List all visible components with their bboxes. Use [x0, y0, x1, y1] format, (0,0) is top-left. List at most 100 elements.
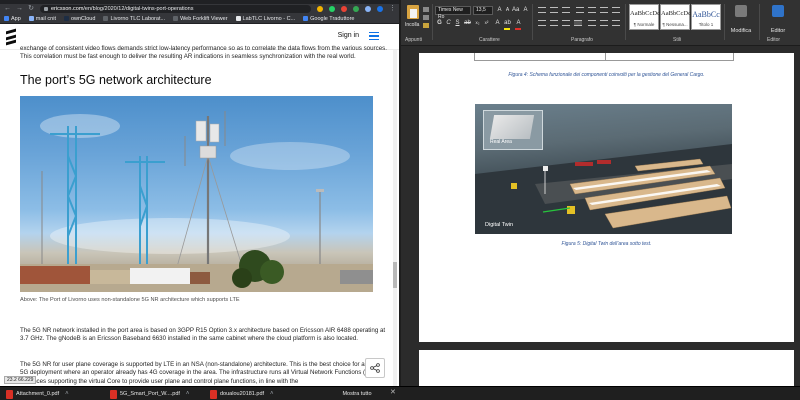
- digital-twin-figure[interactable]: Real Area Digital Twin: [475, 104, 732, 234]
- paste-button-label[interactable]: Incolla: [405, 22, 419, 28]
- download-item[interactable]: Attachment_0.pdf ˄: [6, 389, 69, 399]
- share-button[interactable]: [365, 358, 385, 378]
- style-sample: AaBbCcDc: [661, 10, 691, 17]
- editor-button[interactable]: Editor: [763, 3, 793, 37]
- reload-icon[interactable]: ↻: [28, 4, 34, 14]
- editor-label: Editor: [770, 28, 786, 34]
- pdf-icon: [210, 389, 217, 399]
- style-normal[interactable]: AaBbCcDc ¶ Normale: [629, 4, 660, 30]
- sign-in-link[interactable]: Sign in: [338, 32, 359, 39]
- download-item[interactable]: doualou20181.pdf ˄: [210, 389, 274, 399]
- style-name: ¶ Nessuna...: [662, 22, 688, 27]
- bullets-icon[interactable]: [538, 7, 546, 13]
- chevron-up-icon[interactable]: ˄: [270, 391, 274, 397]
- shrink-font-icon[interactable]: A: [504, 7, 511, 13]
- puzzle-icon[interactable]: [365, 6, 371, 12]
- sort-icon[interactable]: [600, 7, 608, 13]
- back-icon[interactable]: ←: [4, 4, 11, 14]
- align-right-icon[interactable]: [562, 20, 570, 26]
- document-canvas[interactable]: Figura 4: Schema funzionale dei componen…: [401, 53, 800, 386]
- more-menu-icon[interactable]: ⋮: [389, 4, 396, 14]
- style-no-spacing[interactable]: AaBbCcDc ¶ Nessuna...: [660, 4, 691, 30]
- bold-icon[interactable]: G: [436, 20, 443, 26]
- grow-font-icon[interactable]: A: [496, 7, 503, 13]
- find-replace-icon: [735, 5, 747, 17]
- cut-icon[interactable]: [423, 7, 429, 12]
- document-scrollbar[interactable]: [795, 53, 800, 386]
- article-body: exchange of consistent video flows deman…: [20, 45, 390, 87]
- bookmark-item[interactable]: Web Forklift Viewer: [173, 16, 228, 22]
- change-case-icon[interactable]: Aa: [512, 7, 519, 13]
- clear-formatting-icon[interactable]: A: [522, 7, 529, 13]
- strikethrough-icon[interactable]: ab: [464, 20, 471, 26]
- shading-icon[interactable]: [600, 20, 608, 26]
- figure-4-caption: Figura 4: Schema funzionale dei componen…: [508, 72, 705, 78]
- bookmark-item[interactable]: LabTLC Livorno - C...: [235, 16, 295, 22]
- bookmark-item[interactable]: mail cnit: [28, 16, 56, 22]
- align-center-icon[interactable]: [550, 20, 558, 26]
- subscript-icon[interactable]: x₂: [474, 20, 481, 25]
- underline-icon[interactable]: S: [454, 20, 461, 26]
- paste-icon[interactable]: [407, 5, 419, 19]
- bookmark-item[interactable]: Google Traduttore: [303, 16, 354, 22]
- scrollbar-thumb[interactable]: [393, 262, 397, 288]
- text-effects-icon[interactable]: A: [494, 20, 501, 26]
- whatsapp-icon[interactable]: [329, 6, 335, 12]
- body-paragraph: The 5G NR network installed in the port …: [20, 327, 386, 343]
- borders-icon[interactable]: [612, 20, 620, 26]
- extension-icon[interactable]: [353, 6, 359, 12]
- style-name: ¶ Normale: [633, 22, 655, 27]
- chevron-up-icon[interactable]: ˄: [186, 391, 190, 397]
- font-size-dropdown[interactable]: 13,5: [473, 6, 493, 15]
- multilevel-list-icon[interactable]: [562, 7, 570, 13]
- chevron-up-icon[interactable]: ˄: [65, 391, 69, 397]
- font-color-icon[interactable]: A: [515, 20, 522, 26]
- font-name-dropdown[interactable]: Times New Ro: [435, 6, 471, 20]
- extension-icon[interactable]: [341, 6, 347, 12]
- star-icon[interactable]: [317, 6, 323, 12]
- align-left-icon[interactable]: [538, 20, 546, 26]
- figure-5-caption: Figura 5: Digital Twin dell’area sotto t…: [561, 241, 652, 247]
- profile-avatar[interactable]: [377, 6, 383, 12]
- document-page[interactable]: [419, 350, 794, 386]
- justify-icon[interactable]: [574, 20, 582, 26]
- menu-icon[interactable]: [369, 31, 379, 41]
- show-all-downloads-button[interactable]: Mostra tutto: [335, 389, 379, 399]
- decrease-indent-icon[interactable]: [576, 7, 584, 13]
- italic-icon[interactable]: C: [445, 20, 452, 26]
- ericsson-logo[interactable]: [6, 28, 16, 45]
- bookmark-item[interactable]: App: [4, 16, 21, 22]
- port-photo: [20, 96, 373, 292]
- download-filename: 5G_Smart_Port_W....pdf: [120, 391, 180, 397]
- browser-window: ← → ↻ ericsson.com/en/blog/2020/12/digit…: [0, 0, 399, 386]
- highlight-icon[interactable]: ab: [504, 20, 511, 26]
- style-heading-1[interactable]: AaBbCc Titolo 1: [691, 4, 721, 30]
- bookmark-item[interactable]: ownCloud: [63, 16, 95, 22]
- forward-icon[interactable]: →: [16, 4, 23, 14]
- bookmark-icon: [173, 16, 179, 21]
- download-item[interactable]: 5G_Smart_Port_W....pdf ˄: [110, 389, 189, 399]
- style-name: Titolo 1: [698, 22, 714, 27]
- page-scrollbar[interactable]: [393, 50, 397, 386]
- bookmarks-bar: App mail cnit ownCloud Livorno TLC Laborat.…: [0, 14, 399, 24]
- close-icon[interactable]: ✕: [390, 388, 396, 396]
- ribbon-divider: [759, 4, 760, 40]
- format-painter-icon[interactable]: [423, 23, 429, 28]
- address-bar[interactable]: ericsson.com/en/blog/2020/12/digital-twi…: [40, 5, 311, 13]
- group-label-editor: Editor: [767, 37, 781, 43]
- line-spacing-icon[interactable]: [588, 20, 596, 26]
- copy-icon[interactable]: [423, 15, 429, 20]
- increase-indent-icon[interactable]: [588, 7, 596, 13]
- numbering-icon[interactable]: [550, 7, 558, 13]
- ribbon-divider: [532, 4, 533, 40]
- pdf-icon: [110, 389, 117, 399]
- modifica-button[interactable]: Modifica: [726, 3, 756, 37]
- ribbon-divider: [432, 4, 433, 40]
- url-text[interactable]: ericsson.com/en/blog/2020/12/digital-twi…: [51, 6, 193, 12]
- show-formatting-icon[interactable]: [612, 7, 620, 13]
- document-page[interactable]: Figura 4: Schema funzionale dei componen…: [419, 53, 794, 342]
- real-area-inset: Real Area: [483, 110, 543, 150]
- superscript-icon[interactable]: x²: [483, 20, 490, 25]
- style-sample: AaBbCcDc: [630, 10, 660, 17]
- bookmark-item[interactable]: Livorno TLC Laborat...: [103, 16, 165, 22]
